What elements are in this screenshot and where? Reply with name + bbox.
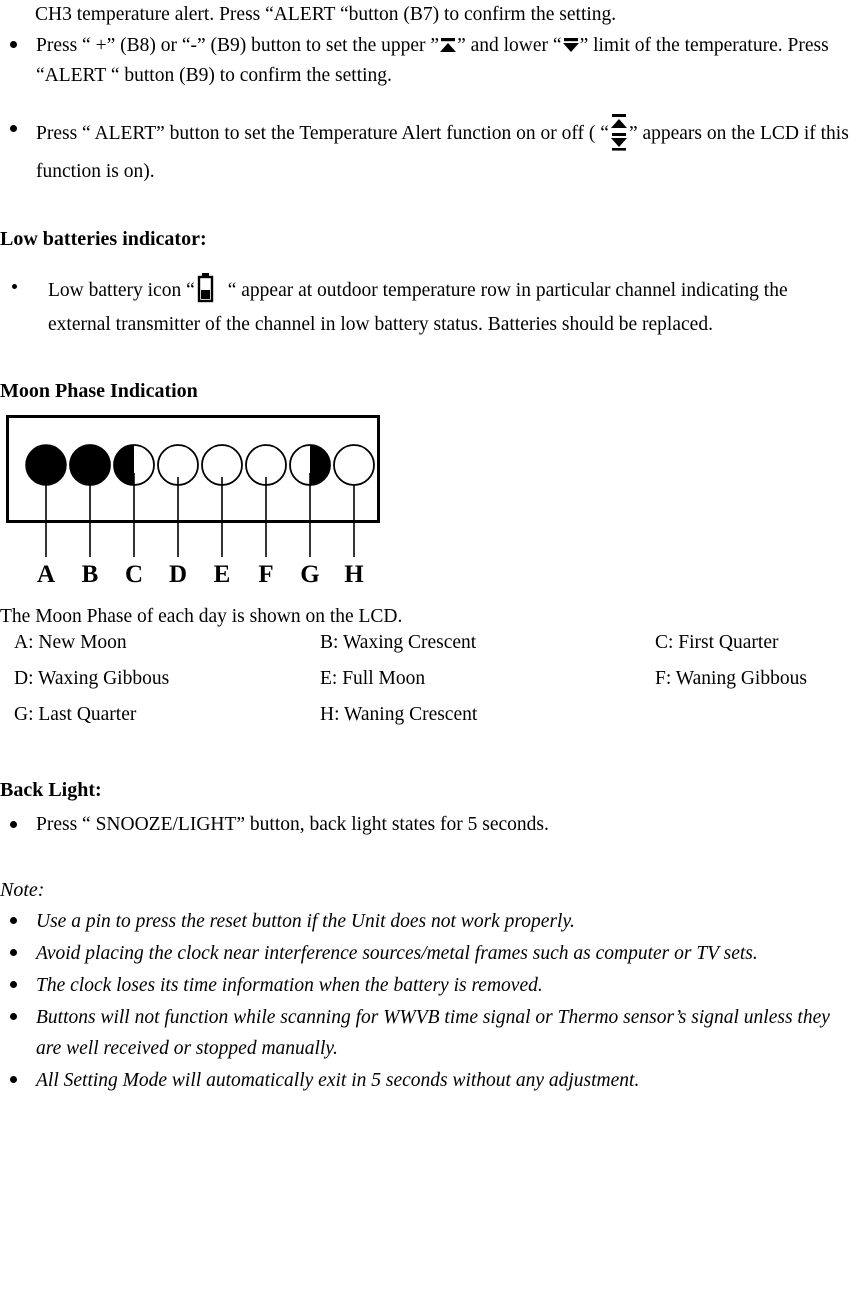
- legend-cell: C: First Quarter: [655, 632, 779, 654]
- continuation-paragraph: CH3 temperature alert. Press “ALERT “but…: [0, 0, 850, 28]
- note-text: Use a pin to press the reset button if t…: [36, 910, 575, 932]
- moon-phase-diagram: A B C D E F G H: [6, 415, 406, 600]
- legend-cell: F: Waning Gibbous: [655, 668, 807, 690]
- moon-label-f: F: [258, 561, 274, 589]
- bullet-marker: [10, 949, 17, 957]
- legend-cell: H: Waning Crescent: [320, 704, 478, 726]
- note-bullet: Avoid placing the clock near interferenc…: [0, 939, 850, 969]
- moon-label-e: E: [213, 561, 231, 589]
- legend-row: G: Last Quarter H: Waning Crescent: [0, 704, 850, 740]
- bullet-marker: [10, 125, 17, 133]
- note-text: Avoid placing the clock near interferenc…: [36, 942, 758, 964]
- alert-limit-bullet: Press “ +” (B8) or “-” (B9) button to se…: [0, 31, 850, 91]
- legend-cell: G: Last Quarter: [14, 704, 137, 726]
- legend-cell: E: Full Moon: [320, 668, 426, 690]
- bullet-marker: [10, 820, 17, 828]
- legend-cell: D: Waxing Gibbous: [14, 668, 170, 690]
- note-bullet: All Setting Mode will automatically exit…: [0, 1066, 850, 1096]
- moon-legend: A: New Moon B: Waxing Crescent C: First …: [0, 632, 850, 740]
- moon-label-a: A: [36, 561, 56, 589]
- note-text: All Setting Mode will automatically exit…: [36, 1069, 640, 1091]
- low-battery-heading: Low batteries indicator:: [0, 228, 207, 251]
- legend-row: D: Waxing Gibbous E: Full Moon F: Waning…: [0, 668, 850, 704]
- bullet-marker: [10, 1075, 17, 1083]
- note-text: Buttons will not function while scanning…: [36, 1007, 830, 1059]
- lower-limit-icon: [562, 37, 580, 54]
- bullet-marker: [10, 916, 17, 924]
- moon-phase-heading: Moon Phase Indication: [0, 380, 198, 403]
- note-bullet: Use a pin to press the reset button if t…: [0, 907, 850, 937]
- note-title: Note:: [0, 878, 45, 901]
- moon-label-h: H: [344, 561, 364, 589]
- note-text: The clock loses its time information whe…: [36, 975, 543, 997]
- bullet-marker: [10, 981, 17, 989]
- legend-cell: B: Waxing Crescent: [320, 632, 477, 654]
- bullet-marker: [12, 284, 17, 290]
- moon-label-c: C: [124, 561, 144, 589]
- moon-label-b: B: [81, 561, 99, 589]
- bullet-marker: [10, 1013, 17, 1021]
- back-light-text: Press “ SNOOZE/LIGHT” button, back light…: [36, 814, 549, 836]
- note-bullet: The clock loses its time information whe…: [0, 971, 850, 1001]
- moon-label-g: G: [300, 561, 320, 589]
- bullet-marker: [10, 41, 17, 49]
- document-page: CH3 temperature alert. Press “ALERT “but…: [0, 0, 850, 1297]
- legend-cell: A: New Moon: [14, 632, 127, 654]
- upper-limit-icon: [439, 37, 457, 54]
- alert-limit-text-pre: Press “ +” (B8) or “-” (B9) button to se…: [36, 34, 440, 56]
- alert-toggle-text-pre: Press “ ALERT” button to set the Tempera…: [36, 123, 609, 145]
- back-light-bullet: Press “ SNOOZE/LIGHT” button, back light…: [0, 810, 850, 840]
- low-battery-icon: [197, 273, 214, 303]
- moon-leader-lines: [45, 473, 355, 558]
- moon-label-d: D: [168, 561, 188, 589]
- moon-caption-text: The Moon Phase of each day is shown on t…: [0, 606, 403, 628]
- low-battery-text-pre: Low battery icon “: [48, 280, 195, 302]
- back-light-heading: Back Light:: [0, 779, 102, 802]
- moon-caption: The Moon Phase of each day is shown on t…: [0, 606, 850, 628]
- legend-row: A: New Moon B: Waxing Crescent C: First …: [0, 632, 850, 668]
- low-battery-bullet: Low battery icon ““ appear at outdoor te…: [0, 273, 850, 341]
- temperature-alert-range-icon: [609, 113, 629, 153]
- continuation-text: CH3 temperature alert. Press “ALERT “but…: [35, 4, 617, 25]
- moon-phase-labels: A B C D E F G H: [6, 561, 380, 595]
- alert-toggle-bullet: Press “ ALERT” button to set the Tempera…: [0, 113, 850, 191]
- alert-limit-text-mid: ” and lower “: [457, 34, 562, 56]
- note-bullet: Buttons will not function while scanning…: [0, 1003, 850, 1063]
